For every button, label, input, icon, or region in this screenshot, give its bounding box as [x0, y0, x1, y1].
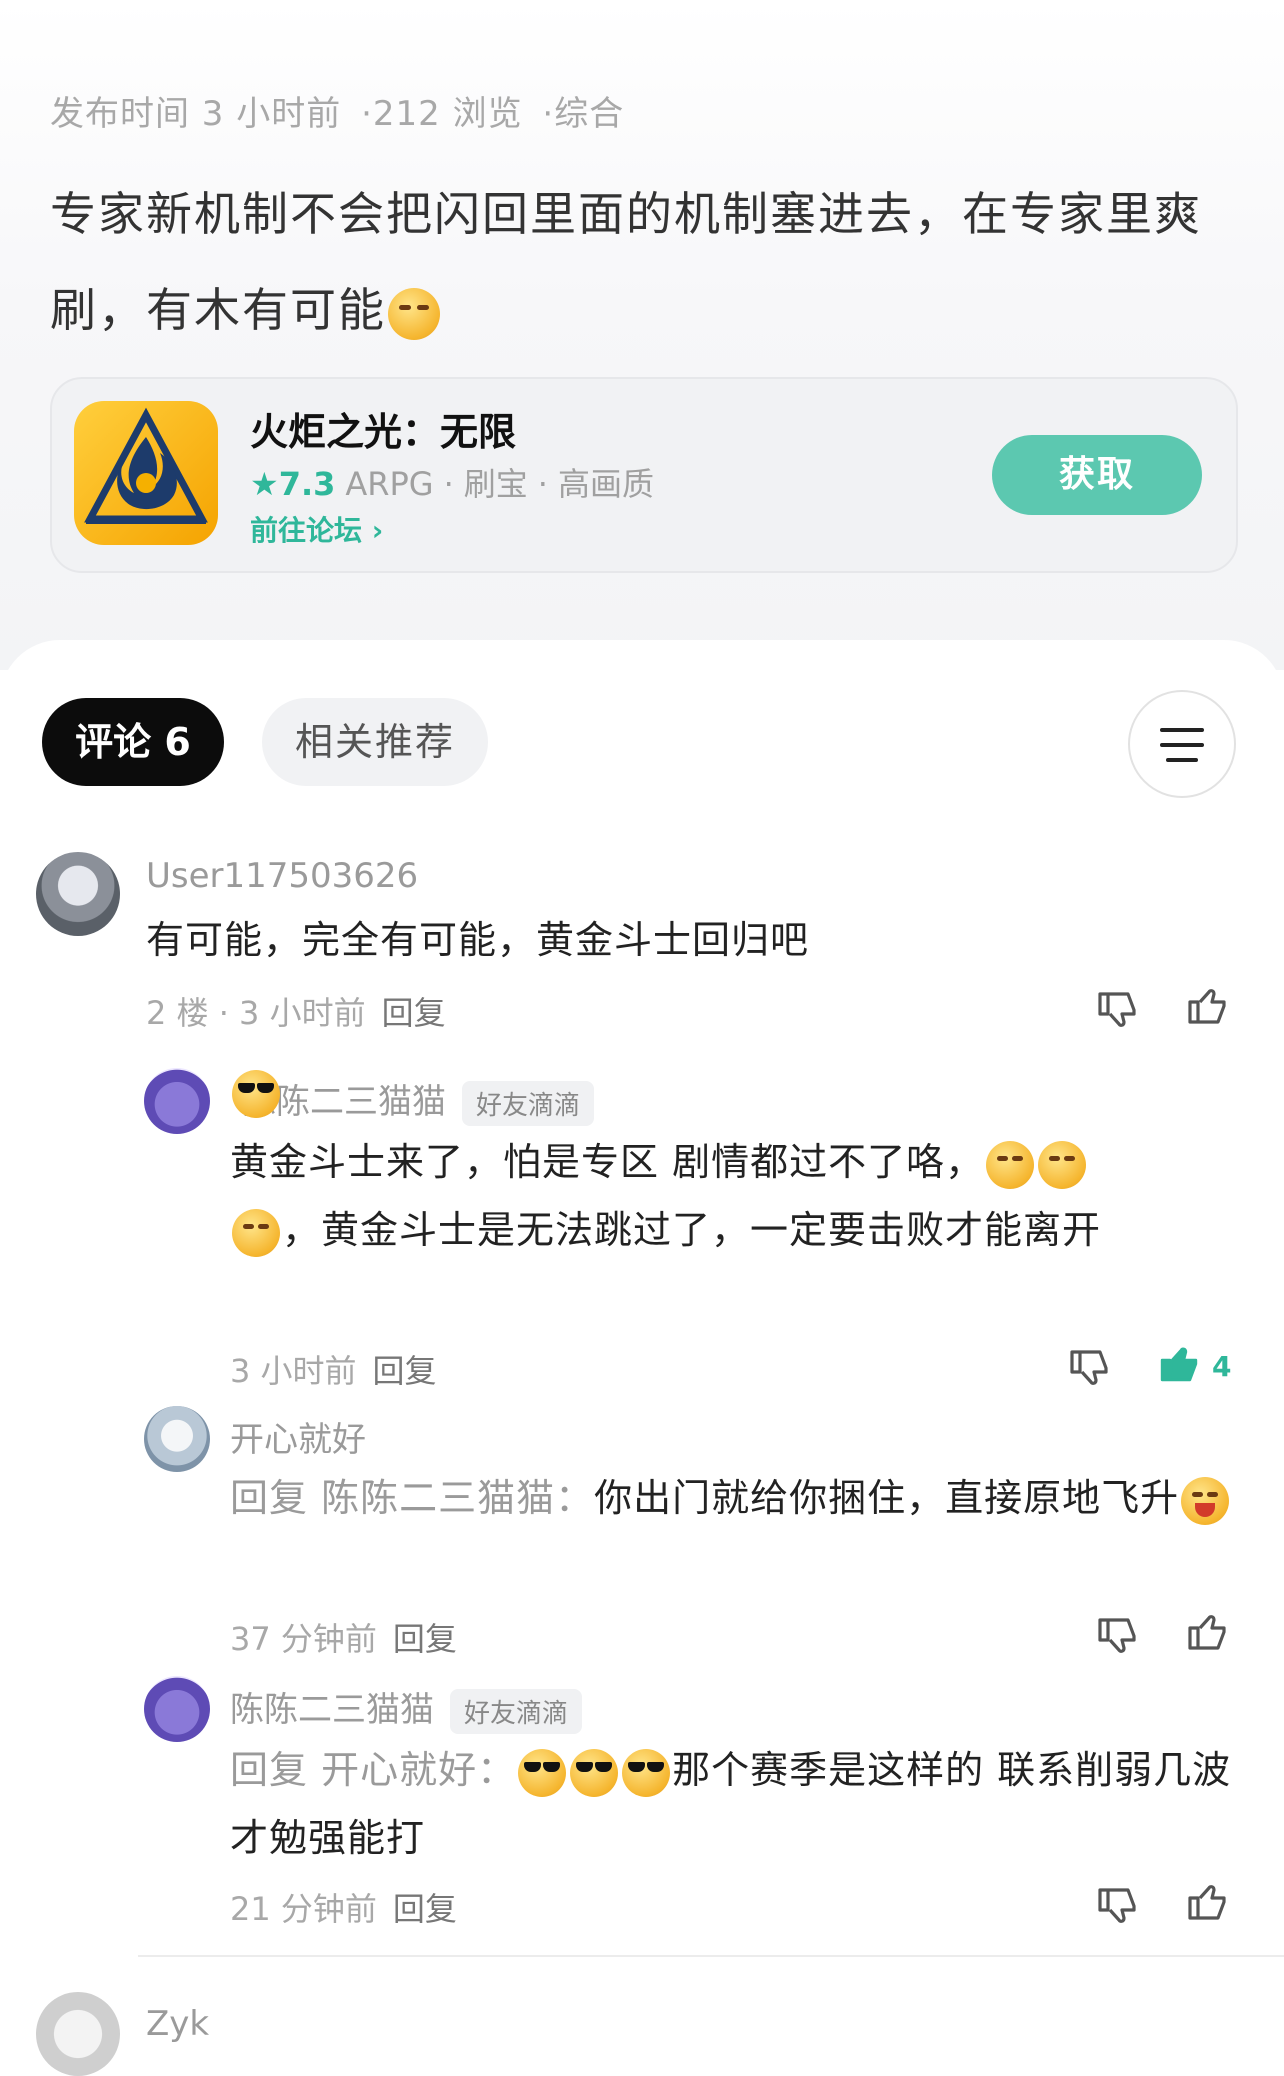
laughing-emoji-icon [1181, 1476, 1230, 1525]
like-icon[interactable] [1184, 982, 1232, 1030]
comment-footer: 2 楼 · 3 小时前 回复 [146, 988, 446, 1034]
reply-button[interactable]: 回复 [393, 1620, 457, 1658]
reply-username[interactable]: 开心就好 [230, 1412, 366, 1461]
reply-footer: 21 分钟前 回复 [230, 1884, 457, 1930]
liked-icon[interactable] [1156, 1340, 1204, 1388]
app-info: ★7.3 ARPG · 刷宝 · 高画质 [250, 465, 654, 503]
smirk-emoji-icon [1038, 1140, 1087, 1189]
app-tag: 刷宝 [463, 465, 528, 503]
post-body: 专家新机制不会把闪回里面的机制塞进去，在专家里爽刷，有木有可能 [50, 166, 1240, 358]
reply-text-part: 黄金斗士来了，怕是专区 剧情都过不了咯， [230, 1140, 985, 1184]
sunglasses-emoji-icon [518, 1748, 567, 1797]
post-category: ·综合 [542, 94, 625, 134]
like-count: 4 [1212, 1350, 1232, 1383]
menu-line [1160, 743, 1204, 747]
friend-tag: 好友滴滴 [450, 1689, 583, 1734]
sunglasses-emoji-icon [570, 1748, 619, 1797]
reply-text: 回复 陈陈二三猫猫：你出门就给你捆住，直接原地飞升 [230, 1464, 1240, 1532]
dislike-icon[interactable] [1094, 1612, 1142, 1660]
reply-prefix: 回复 开心就好： [230, 1748, 517, 1792]
menu-line [1160, 728, 1204, 732]
avatar[interactable] [36, 852, 120, 936]
app-tag: ARPG [345, 465, 434, 503]
avatar[interactable] [144, 1068, 210, 1134]
reply-text: 黄金斗士来了，怕是专区 剧情都过不了咯， ，黄金斗士是无法跳过了，一定要击败才能离… [230, 1128, 1240, 1264]
app-card[interactable]: 火炬之光：无限 ★7.3 ARPG · 刷宝 · 高画质 前往论坛 › 获取 [50, 377, 1238, 573]
app-rating: 7.3 [278, 465, 336, 503]
forum-link[interactable]: 前往论坛 › [250, 509, 383, 549]
app-logo-icon [74, 401, 218, 545]
tab-comments[interactable]: 评论 6 [42, 698, 224, 786]
comment-meta: 2 楼 · 3 小时前 [146, 994, 366, 1032]
dislike-icon[interactable] [1094, 1882, 1142, 1930]
divider [138, 1955, 1284, 1957]
menu-line [1166, 758, 1198, 762]
reply-footer: 3 小时前 回复 [230, 1346, 437, 1392]
reply-button[interactable]: 回复 [382, 994, 446, 1032]
reply-meta: 37 分钟前 [230, 1620, 377, 1658]
avatar[interactable] [144, 1406, 210, 1472]
sunglasses-emoji-icon [232, 1070, 280, 1118]
reply-user-line: 陈陈二三猫猫 好友滴滴 [230, 1070, 595, 1126]
reply-text-part: 你出门就给你捆住，直接原地飞升 [594, 1476, 1180, 1520]
reply-username[interactable]: 陈陈二三猫猫 [230, 1690, 434, 1730]
avatar[interactable] [36, 1992, 120, 2076]
reply-text: 回复 开心就好： 那个赛季是这样的 联系削弱几波才勉强能打 [230, 1736, 1240, 1872]
app-name: 火炬之光：无限 [250, 410, 517, 454]
like-icon[interactable] [1184, 1608, 1232, 1656]
comment-username[interactable]: User117503626 [146, 856, 418, 896]
post-views: ·212 浏览 [361, 94, 523, 134]
comment-username[interactable]: Zyk [146, 2004, 209, 2044]
reply-button[interactable]: 回复 [373, 1352, 437, 1390]
get-button[interactable]: 获取 [992, 435, 1202, 515]
like-icon[interactable] [1184, 1878, 1232, 1926]
reply-button[interactable]: 回复 [393, 1890, 457, 1928]
reply-meta: 3 小时前 [230, 1352, 357, 1390]
friend-tag: 好友滴滴 [462, 1081, 595, 1126]
reply-footer: 37 分钟前 回复 [230, 1614, 457, 1660]
sunglasses-emoji-icon [622, 1748, 671, 1797]
smirk-emoji-icon [388, 287, 440, 340]
reply-prefix: 回复 陈陈二三猫猫： [230, 1476, 595, 1520]
dislike-icon[interactable] [1066, 1344, 1114, 1392]
post-meta: 发布时间 3 小时前 ·212 浏览 ·综合 [50, 86, 632, 135]
reply-text-part: ，黄金斗士是无法跳过了，一定要击败才能离开 [282, 1208, 1102, 1252]
reply-user-line: 陈陈二三猫猫 好友滴滴 [230, 1682, 583, 1734]
tab-related[interactable]: 相关推荐 [262, 698, 488, 786]
comment-text: 有可能，完全有可能，黄金斗士回归吧 [146, 918, 810, 962]
sort-filter-button[interactable] [1128, 690, 1236, 798]
avatar[interactable] [144, 1676, 210, 1742]
app-tag: 高画质 [557, 465, 654, 503]
smirk-emoji-icon [232, 1208, 280, 1257]
reply-meta: 21 分钟前 [230, 1890, 377, 1928]
dislike-icon[interactable] [1094, 986, 1142, 1034]
post-time: 发布时间 3 小时前 [50, 94, 342, 134]
smirk-emoji-icon [986, 1140, 1035, 1189]
post-text: 专家新机制不会把闪回里面的机制塞进去，在专家里爽刷，有木有可能 [50, 187, 1202, 337]
star-icon: ★ [250, 465, 279, 503]
